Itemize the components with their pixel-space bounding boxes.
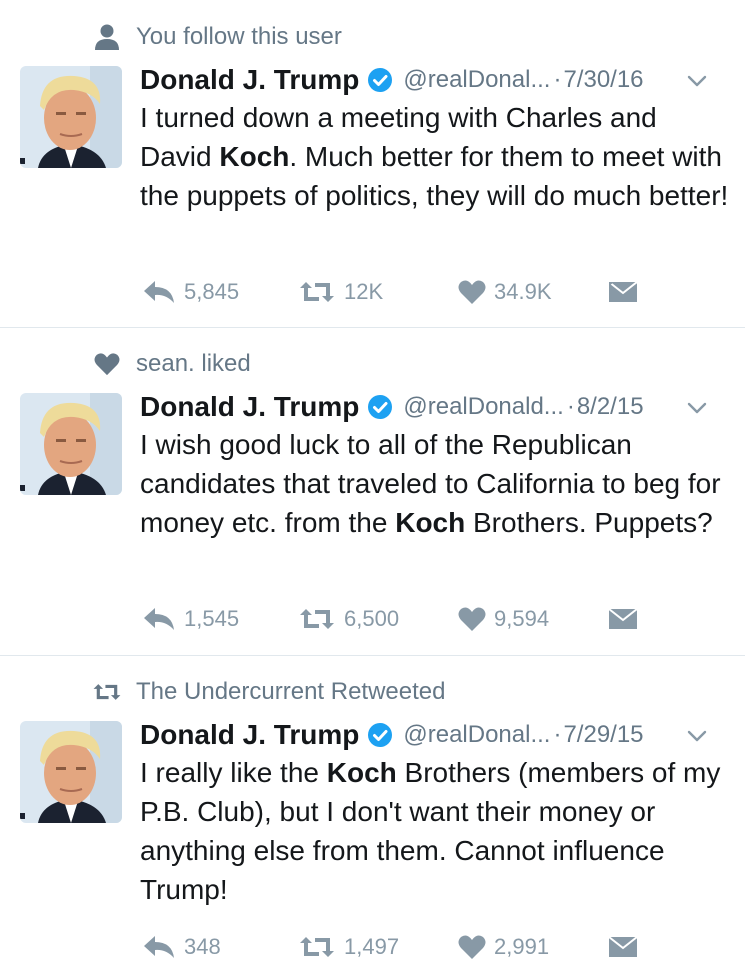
chevron-down-icon[interactable] — [686, 70, 708, 92]
heart-icon — [92, 349, 122, 379]
reply-button[interactable]: 1,545 — [142, 603, 239, 635]
avatar[interactable] — [20, 721, 122, 823]
like-button[interactable]: 2,991 — [458, 931, 549, 963]
timeline: You follow this user Donald J. Trump @re… — [0, 0, 745, 980]
social-context: You follow this user — [92, 20, 342, 54]
verified-badge-icon — [367, 394, 393, 420]
retweet-button[interactable]: 12K — [298, 276, 383, 308]
username[interactable]: @realDonal... — [403, 66, 550, 94]
retweet-button[interactable]: 1,497 — [298, 931, 399, 963]
like-count: 2,991 — [494, 934, 550, 959]
tweet[interactable]: sean. liked Donald J. Trump @realDonald.… — [0, 327, 745, 655]
separator-dot: · — [566, 393, 575, 420]
heart-icon — [458, 935, 486, 959]
tweet-text: I turned down a meeting with Charles and… — [140, 98, 730, 215]
tweet-header: Donald J. Trump @realDonal... · 7/29/15 — [140, 715, 730, 755]
reply-icon — [144, 608, 174, 630]
retweet-count: 12K — [344, 279, 384, 304]
reply-count: 1,545 — [184, 606, 240, 631]
timestamp[interactable]: 7/29/15 — [563, 721, 643, 749]
like-count: 9,594 — [494, 606, 550, 631]
tweet-text: I wish good luck to all of the Republica… — [140, 425, 730, 542]
retweet-count: 1,497 — [344, 934, 400, 959]
retweet-icon — [300, 282, 334, 302]
avatar[interactable] — [20, 66, 122, 168]
display-name[interactable]: Donald J. Trump — [140, 64, 359, 96]
reply-icon — [144, 936, 174, 958]
timestamp[interactable]: 7/30/16 — [563, 66, 643, 94]
username[interactable]: @realDonal... — [403, 721, 550, 749]
like-button[interactable]: 9,594 — [458, 603, 549, 635]
username[interactable]: @realDonald... — [403, 393, 563, 421]
direct-message-button[interactable] — [608, 603, 646, 635]
like-count: 34.9K — [494, 279, 552, 304]
tweet-actions: 5,845 12K 34.9K — [140, 276, 700, 308]
envelope-icon — [608, 281, 638, 302]
verified-badge-icon — [367, 67, 393, 93]
person-icon — [92, 22, 122, 52]
reply-button[interactable]: 5,845 — [142, 276, 239, 308]
reply-count: 348 — [184, 934, 221, 959]
reply-icon — [144, 281, 174, 303]
like-button[interactable]: 34.9K — [458, 276, 552, 308]
social-context-text: You follow this user — [136, 23, 342, 50]
reply-button[interactable]: 348 — [142, 931, 221, 963]
heart-icon — [458, 280, 486, 304]
reply-count: 5,845 — [184, 279, 240, 304]
tweet-text-part: Brothers. Puppets? — [465, 507, 713, 538]
verified-badge-icon — [367, 722, 393, 748]
retweet-button[interactable]: 6,500 — [298, 603, 399, 635]
tweet-header: Donald J. Trump @realDonald... · 8/2/15 — [140, 387, 730, 427]
direct-message-button[interactable] — [608, 931, 646, 963]
direct-message-button[interactable] — [608, 276, 646, 308]
heart-icon — [458, 607, 486, 631]
envelope-icon — [608, 608, 638, 629]
timestamp[interactable]: 8/2/15 — [577, 393, 644, 421]
retweet-icon — [300, 609, 334, 629]
tweet[interactable]: You follow this user Donald J. Trump @re… — [0, 0, 745, 327]
tweet-text-bold: Koch — [326, 757, 397, 788]
social-context: The Undercurrent Retweeted — [92, 675, 446, 709]
retweet-icon — [300, 937, 334, 957]
display-name[interactable]: Donald J. Trump — [140, 391, 359, 423]
tweet-text-bold: Koch — [395, 507, 466, 538]
envelope-icon — [608, 936, 638, 957]
tweet-actions: 1,545 6,500 9,594 — [140, 603, 700, 635]
tweet-text: I really like the Koch Brothers (members… — [140, 753, 730, 909]
chevron-down-icon[interactable] — [686, 397, 708, 419]
separator-dot: · — [553, 66, 562, 93]
tweet-actions: 348 1,497 2,991 — [140, 931, 700, 963]
chevron-down-icon[interactable] — [686, 725, 708, 747]
display-name[interactable]: Donald J. Trump — [140, 719, 359, 751]
retweet-count: 6,500 — [344, 606, 400, 631]
tweet-text-bold: Koch — [219, 141, 290, 172]
separator-dot: · — [553, 721, 562, 748]
social-context: sean. liked — [92, 347, 251, 381]
social-context-text: The Undercurrent Retweeted — [136, 678, 446, 705]
tweet-header: Donald J. Trump @realDonal... · 7/30/16 — [140, 60, 730, 100]
tweet[interactable]: The Undercurrent Retweeted Donald J. Tru… — [0, 655, 745, 980]
tweet-text-part: I really like the — [140, 757, 327, 788]
retweet-icon — [92, 677, 122, 707]
avatar[interactable] — [20, 393, 122, 495]
social-context-text: sean. liked — [136, 350, 251, 377]
